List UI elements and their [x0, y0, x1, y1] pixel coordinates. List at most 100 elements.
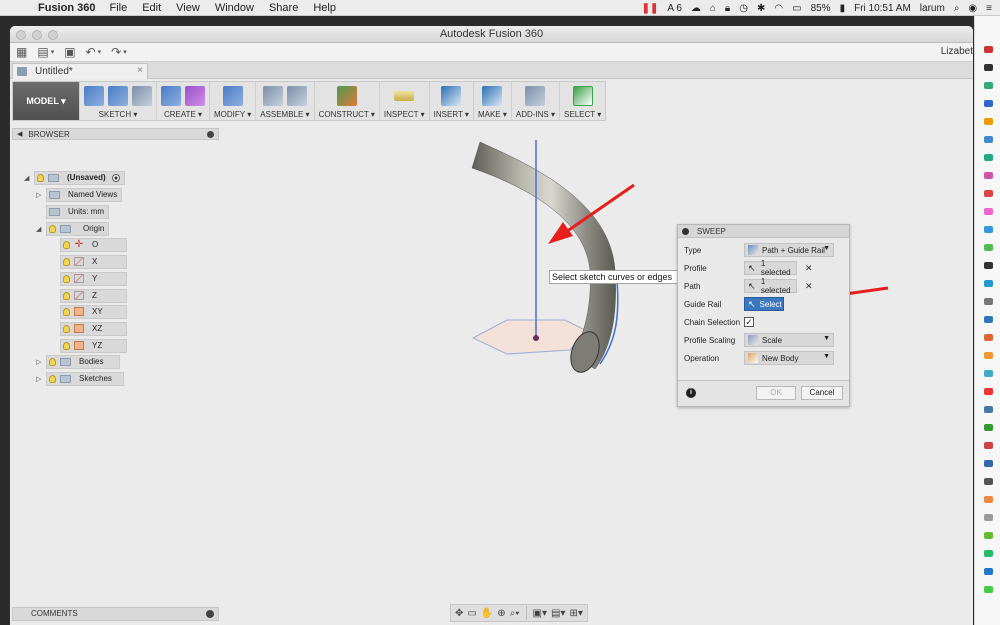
menu-edit[interactable]: Edit — [142, 2, 161, 14]
wifi-icon[interactable]: ◠ — [774, 3, 783, 14]
origin-item-xy-plane[interactable]: XY — [60, 304, 127, 319]
zoom-window-icon[interactable] — [48, 30, 58, 40]
display-settings-icon[interactable]: ▣▾ — [533, 608, 547, 619]
visibility-bulb-icon[interactable] — [63, 240, 70, 249]
workspace-switcher[interactable]: MODEL ▾ — [13, 82, 79, 120]
menu-help[interactable]: Help — [313, 2, 336, 14]
dock-app-icon[interactable] — [984, 100, 993, 107]
fit-icon[interactable]: ⌕▾ — [510, 608, 520, 619]
dock-app-icon[interactable] — [984, 388, 993, 395]
toolbar-group-assemble[interactable]: ASSEMBLE ▾ — [255, 82, 313, 120]
dock-app-icon[interactable] — [984, 370, 993, 377]
expand-bodies-icon[interactable]: ▷ — [36, 358, 46, 366]
clock-icon[interactable]: ◷ — [739, 3, 748, 14]
dock-app-icon[interactable] — [984, 208, 993, 215]
menu-share[interactable]: Share — [269, 2, 298, 14]
undo-icon[interactable]: ↶ ▾ — [86, 45, 102, 59]
joint-icon[interactable] — [286, 86, 307, 106]
dock-app-icon[interactable] — [984, 496, 993, 503]
profile-selection[interactable]: ↖ 1 selected — [744, 259, 797, 277]
look-at-icon[interactable]: ▭ — [467, 608, 476, 619]
clear-path-icon[interactable]: ✕ — [805, 281, 813, 292]
dock-app-icon[interactable] — [984, 478, 993, 485]
bluetooth-icon[interactable]: ✱ — [757, 3, 765, 14]
dock-app-icon[interactable] — [984, 244, 993, 251]
origin-item-xz-plane[interactable]: XZ — [60, 321, 127, 336]
browser-origin[interactable]: ◢ Origin — [36, 221, 110, 236]
browser-units[interactable]: Units: mm — [46, 204, 109, 219]
dock-app-icon[interactable] — [984, 298, 993, 305]
lock-icon[interactable]: 🔒︎ — [725, 3, 730, 14]
dock-app-icon[interactable] — [984, 568, 993, 575]
airplay-icon[interactable]: ▭ — [792, 3, 801, 14]
offset-plane-icon[interactable] — [336, 86, 357, 106]
dock-app-icon[interactable] — [984, 226, 993, 233]
toolbar-group-create[interactable]: CREATE ▾ — [156, 82, 209, 120]
close-window-icon[interactable] — [16, 30, 26, 40]
dock-app-icon[interactable] — [984, 442, 993, 449]
menu-window[interactable]: Window — [215, 2, 254, 14]
dock-app-icon[interactable] — [984, 64, 993, 71]
sketch-rectangle-icon[interactable] — [132, 86, 152, 106]
notification-center-icon[interactable]: ≡ — [986, 3, 992, 14]
sketch-spline-icon[interactable] — [108, 86, 128, 106]
dock-app-icon[interactable] — [984, 262, 993, 269]
dock-app-icon[interactable] — [984, 154, 993, 161]
ok-button[interactable]: OK — [756, 386, 796, 400]
press-pull-icon[interactable] — [222, 86, 243, 106]
origin-item-point[interactable]: ✛ O — [60, 237, 127, 252]
expand-origin-icon[interactable]: ◢ — [36, 225, 46, 233]
origin-item-z-axis[interactable]: Z — [60, 288, 127, 303]
toolbar-group-modify[interactable]: MODIFY ▾ — [209, 82, 255, 120]
app-menu[interactable]: Fusion 360 — [38, 2, 95, 14]
toolbar-group-insert[interactable]: INSERT ▾ — [428, 82, 473, 120]
measure-icon[interactable] — [394, 91, 415, 101]
siri-icon[interactable]: ◉ — [968, 3, 977, 14]
spotlight-icon[interactable]: ⌕ — [954, 3, 960, 14]
dock-app-icon[interactable] — [984, 280, 993, 287]
data-panel-grid-icon[interactable]: ▦ — [16, 45, 27, 59]
sketches-visibility-bulb-icon[interactable] — [49, 374, 56, 383]
menu-file[interactable]: File — [109, 2, 127, 14]
dock-app-icon[interactable] — [984, 460, 993, 467]
info-icon[interactable]: i — [686, 388, 696, 398]
menubar-user[interactable]: larum — [920, 3, 945, 14]
dock-app-icon[interactable] — [984, 118, 993, 125]
guide-rail-select-button[interactable]: ↖ Select — [744, 297, 784, 311]
redo-icon[interactable]: ↷ ▾ — [111, 45, 127, 59]
cancel-button[interactable]: Cancel — [801, 386, 843, 400]
activate-radio-icon[interactable] — [111, 173, 120, 182]
dock-app-icon[interactable] — [984, 46, 993, 53]
status-count-icon[interactable]: A 6 — [667, 3, 681, 14]
dock-app-icon[interactable] — [984, 406, 993, 413]
dock-app-icon[interactable] — [984, 586, 993, 593]
profile-scaling-dropdown[interactable]: Scale ▼ — [744, 333, 834, 347]
toolbar-group-addins[interactable]: ADD-INS ▾ — [510, 82, 559, 120]
dock-app-icon[interactable] — [984, 172, 993, 179]
dock-app-icon[interactable] — [984, 316, 993, 323]
menubar-clock[interactable]: Fri 10:51 AM — [854, 3, 911, 14]
origin-item-yz-plane[interactable]: YZ — [60, 338, 127, 353]
dock-app-icon[interactable] — [984, 514, 993, 521]
path-selection[interactable]: ↖ 1 selected — [744, 277, 797, 295]
pan-icon[interactable]: ✋ — [481, 608, 493, 619]
visibility-bulb-icon[interactable] — [37, 173, 44, 182]
expand-sketches-icon[interactable]: ▷ — [36, 375, 46, 383]
extrude-icon[interactable] — [161, 86, 181, 106]
viewports-icon[interactable]: ⊞▾ — [569, 608, 582, 619]
visibility-bulb-icon[interactable] — [63, 291, 70, 300]
toolbar-group-construct[interactable]: CONSTRUCT ▾ — [313, 82, 379, 120]
visibility-bulb-icon[interactable] — [63, 307, 70, 316]
browser-sketches[interactable]: ▷ Sketches — [36, 371, 124, 386]
collapse-browser-icon[interactable]: ◀ — [17, 130, 22, 138]
visibility-bulb-icon[interactable] — [63, 324, 70, 333]
battery-icon[interactable]: ▮ — [840, 3, 846, 14]
dock-app-icon[interactable] — [984, 82, 993, 89]
browser-bodies[interactable]: ▷ Bodies — [36, 354, 120, 369]
select-tool-icon[interactable] — [572, 86, 593, 106]
sweep-dialog-header[interactable]: SWEEP — [678, 225, 849, 238]
expand-named-views-icon[interactable]: ▷ — [36, 191, 46, 199]
type-dropdown[interactable]: Path + Guide Rail ▼ — [744, 243, 834, 257]
home-icon[interactable]: ⌂ — [710, 3, 716, 14]
chain-selection-checkbox[interactable]: ✓ — [744, 317, 754, 327]
